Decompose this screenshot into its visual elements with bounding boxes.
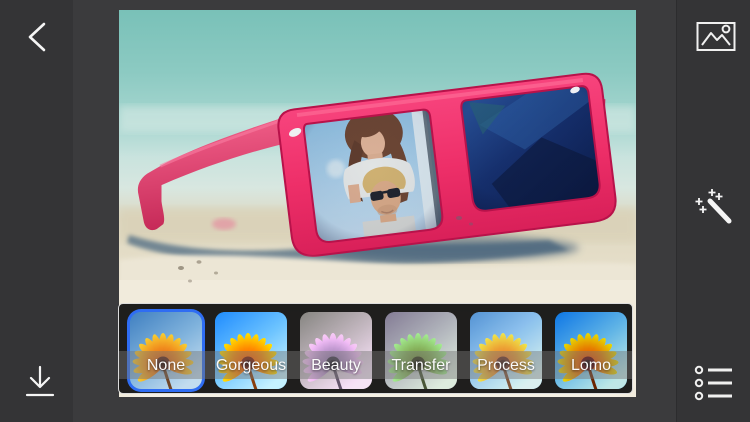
right-toolbar: [676, 0, 750, 422]
flower-thumbnail: [300, 312, 372, 389]
save-button[interactable]: [18, 360, 62, 404]
photo-editor-window: None Gorgeous Beauty Transfer Process Lo…: [0, 0, 750, 422]
gallery-button[interactable]: [694, 16, 738, 56]
chevron-left-icon: [28, 22, 46, 52]
flower-thumbnail: [385, 312, 457, 389]
flower-thumbnail: [130, 312, 202, 389]
effects-button[interactable]: [692, 184, 738, 234]
left-toolbar: [0, 0, 73, 422]
flower-thumbnail: [555, 312, 627, 389]
filter-thumb-lomo[interactable]: [555, 312, 627, 389]
filter-strip: None Gorgeous Beauty Transfer Process Lo…: [118, 303, 633, 394]
flower-thumbnail: [215, 312, 287, 389]
filter-thumb-transfer[interactable]: [385, 312, 457, 389]
flower-thumbnail: [470, 312, 542, 389]
download-icon: [25, 365, 55, 397]
magic-wand-icon: [695, 189, 732, 224]
photo-icon: [696, 22, 736, 51]
left-lens-couple-photo: [303, 108, 444, 244]
back-button[interactable]: [16, 16, 58, 58]
frames-button[interactable]: [691, 360, 737, 406]
filter-thumb-beauty[interactable]: [300, 312, 372, 389]
filter-thumb-process[interactable]: [470, 312, 542, 389]
list-icon: [694, 365, 732, 401]
filter-thumb-none[interactable]: [130, 312, 202, 389]
filter-thumb-gorgeous[interactable]: [215, 312, 287, 389]
